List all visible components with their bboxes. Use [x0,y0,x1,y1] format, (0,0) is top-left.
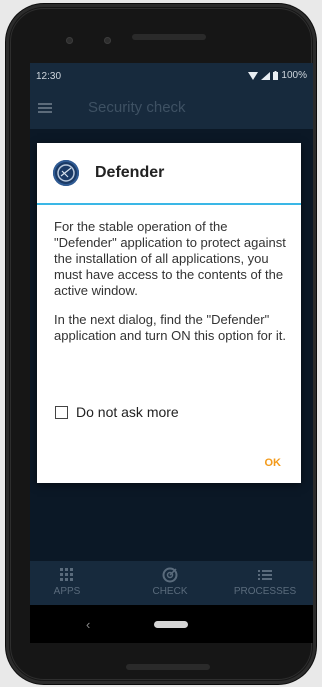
nav-label-check: CHECK [152,586,188,597]
bottom-navigation: APPS CHECK PROCESSES [30,561,313,605]
apps-grid-icon [60,568,73,581]
dialog-paragraph-2: In the next dialog, find the "Defender" … [54,312,286,343]
home-pill-icon[interactable] [154,621,188,628]
status-icons: 100% [248,70,307,81]
nav-item-processes[interactable]: PROCESSES [220,567,310,597]
signal-icon [261,71,271,80]
ok-button[interactable]: OK [265,457,282,469]
app-bar-title: Security check [88,99,186,116]
app-bar: Security check [30,89,313,129]
nav-item-apps[interactable]: APPS [30,567,112,597]
list-icon [258,570,272,580]
hamburger-menu-icon[interactable] [38,103,52,113]
battery-icon [273,71,279,80]
system-navigation-bar: ‹ [30,605,313,643]
do-not-ask-checkbox[interactable] [55,405,68,419]
nav-label-processes: PROCESSES [233,586,297,597]
bottom-speaker [126,664,210,670]
dialog-header: Defender [37,143,301,205]
phone-screen: 12:30 100% Security check Defender For t… [30,63,313,643]
defender-logo-icon [53,160,79,186]
dialog-title: Defender [95,164,165,181]
dialog-body: For the stable operation of the "Defende… [54,219,290,357]
nav-item-check[interactable]: CHECK [125,567,215,597]
status-time: 12:30 [36,71,62,82]
do-not-ask-row[interactable]: Do not ask more [55,404,179,420]
nav-label-apps: APPS [53,586,81,597]
back-chevron-icon[interactable]: ‹ [86,617,90,632]
earpiece-speaker [132,34,206,40]
status-bar: 12:30 100% [30,63,313,89]
wifi-icon [248,71,259,80]
do-not-ask-label[interactable]: Do not ask more [76,404,179,420]
battery-level: 100% [281,70,307,81]
radar-check-icon [162,567,178,583]
dialog-paragraph-1: For the stable operation of the "Defende… [54,219,286,298]
front-sensor-icon [104,37,111,44]
front-camera-icon [66,37,73,44]
permission-dialog: Defender For the stable operation of the… [37,143,301,483]
